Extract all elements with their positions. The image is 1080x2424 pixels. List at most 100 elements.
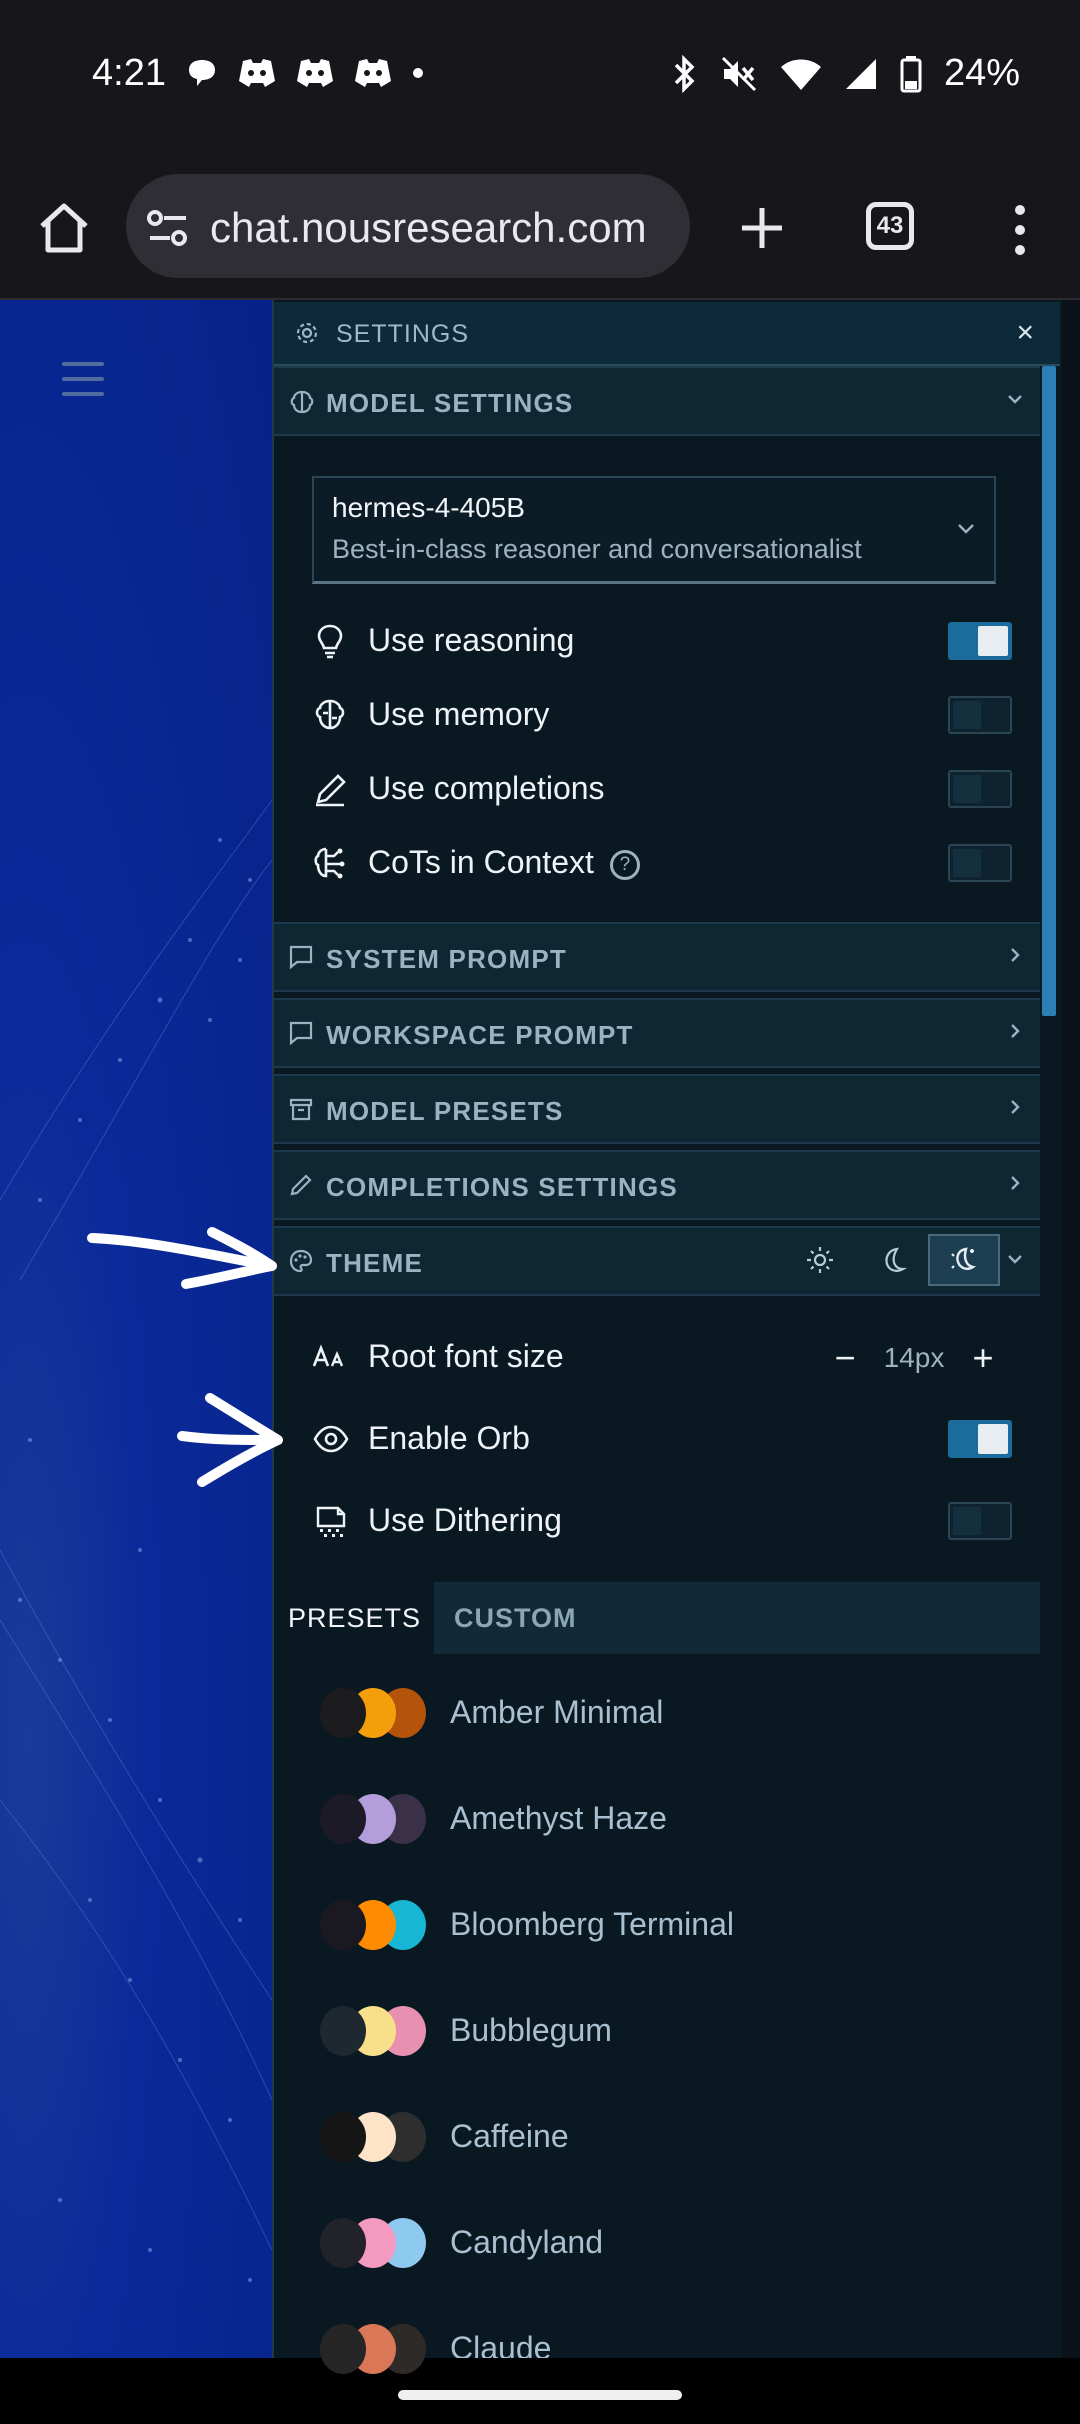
section-model-settings[interactable]: MODEL SETTINGS (274, 366, 1040, 436)
site-settings-icon[interactable] (146, 208, 190, 248)
message-square-icon (289, 1021, 313, 1046)
brain-circuit-icon (314, 847, 345, 879)
message-square-icon (289, 945, 313, 970)
settings-header: SETTINGS × (274, 302, 1060, 366)
chat-bubble-icon (189, 60, 215, 86)
wifi-icon (780, 59, 821, 90)
color-swatch (320, 2112, 366, 2162)
navigation-bar (0, 2358, 1080, 2424)
home-icon[interactable] (36, 200, 92, 256)
scrollbar[interactable] (1042, 366, 1056, 1016)
theme-item[interactable]: Amethyst Haze (320, 1780, 1020, 1860)
color-swatch (320, 2006, 366, 2056)
chevron-right-icon (1011, 948, 1020, 962)
lightbulb-icon (317, 624, 343, 659)
model-name: hermes-4-405B (332, 492, 525, 523)
color-swatch (320, 1900, 366, 1950)
theme-item[interactable]: Bloomberg Terminal (320, 1886, 1020, 1966)
section-label: MODEL SETTINGS (326, 388, 574, 418)
use-dithering-toggle[interactable] (948, 1502, 1012, 1540)
option-use-reasoning: Use reasoning (312, 610, 1012, 670)
font-size-stepper: − 14px + (816, 1336, 1012, 1380)
chevron-right-icon (1011, 1100, 1020, 1114)
tab-switcher-button[interactable]: 43 (866, 202, 914, 250)
section-system-prompt[interactable]: SYSTEM PROMPT (274, 922, 1040, 992)
option-label: Use completions (368, 770, 605, 806)
theme-item[interactable]: Bubblegum (320, 1992, 1020, 2072)
tab-presets[interactable]: PRESETS (288, 1582, 420, 1654)
decrease-font-button[interactable]: − (816, 1336, 874, 1380)
theme-tabs: PRESETS CUSTOM (274, 1582, 1040, 1654)
option-label: CoTs in Context? (368, 844, 640, 881)
color-swatches (320, 1900, 430, 1952)
moon-icon (885, 1247, 907, 1272)
theme-item[interactable]: Amber Minimal (320, 1674, 1020, 1754)
color-swatch (320, 1794, 366, 1844)
address-bar[interactable]: chat.nousresearch.com (126, 174, 690, 278)
url-text[interactable]: chat.nousresearch.com (210, 204, 647, 252)
dithering-icon (316, 1506, 346, 1537)
theme-item[interactable]: Caffeine (320, 2098, 1020, 2178)
model-description: Best-in-class reasoner and conversationa… (332, 534, 862, 564)
theme-item[interactable]: Candyland (320, 2204, 1020, 2284)
use-completions-toggle[interactable] (948, 770, 1012, 808)
option-label: Enable Orb (368, 1420, 530, 1456)
bluetooth-icon (674, 54, 695, 93)
archive-icon (289, 1098, 313, 1121)
palette-icon (289, 1249, 313, 1273)
model-select[interactable]: hermes-4-405B Best-in-class reasoner and… (312, 476, 996, 584)
section-label: MODEL PRESETS (326, 1096, 564, 1126)
section-workspace-prompt[interactable]: WORKSPACE PROMPT (274, 998, 1040, 1068)
system-mode-button[interactable] (928, 1234, 1000, 1286)
browser-toolbar: chat.nousresearch.com 43 (0, 160, 1080, 300)
dot-icon (413, 68, 423, 78)
color-swatches (320, 2112, 430, 2164)
use-memory-toggle[interactable] (948, 696, 1012, 734)
discord-icon (239, 59, 275, 87)
dark-mode-button[interactable] (856, 1234, 928, 1286)
close-button[interactable]: × (1016, 316, 1034, 350)
brain-icon (315, 699, 345, 730)
battery-icon (900, 55, 922, 92)
eye-icon (313, 1425, 349, 1453)
section-label: SYSTEM PROMPT (326, 944, 567, 974)
discord-icon (355, 59, 391, 87)
increase-font-button[interactable]: + (954, 1336, 1012, 1380)
network-art (0, 799, 272, 2282)
theme-mode-group (784, 1234, 1000, 1286)
gesture-handle[interactable] (398, 2390, 682, 2400)
font-size-icon (312, 1344, 344, 1367)
more-vert-icon[interactable] (1000, 200, 1040, 260)
section-completions-settings[interactable]: COMPLETIONS SETTINGS (274, 1150, 1040, 1220)
page-content: SETTINGS × MODEL SETTINGS hermes-4-405B … (0, 300, 1080, 2374)
color-swatches (320, 1688, 430, 1740)
help-icon[interactable]: ? (609, 850, 640, 880)
color-swatch (320, 2218, 366, 2268)
enable-orb-toggle[interactable] (948, 1420, 1012, 1458)
option-use-memory: Use memory (312, 684, 1012, 744)
sun-moon-icon (951, 1247, 977, 1270)
status-bar: 4:21 24% (0, 0, 1080, 160)
chevron-right-icon (1011, 1024, 1020, 1038)
brain-icon (290, 390, 314, 414)
pencil-icon (316, 774, 346, 807)
option-label-text: CoTs in Context (368, 844, 594, 880)
discord-icon (297, 59, 333, 87)
new-tab-icon[interactable] (734, 200, 790, 256)
section-theme[interactable]: THEME (274, 1226, 1040, 1296)
status-time: 4:21 (92, 52, 166, 94)
tab-custom[interactable]: CUSTOM (434, 1582, 1040, 1654)
use-reasoning-toggle[interactable] (948, 622, 1012, 660)
battery-percent: 24% (943, 52, 1020, 94)
section-model-presets[interactable]: MODEL PRESETS (274, 1074, 1040, 1144)
light-mode-button[interactable] (784, 1234, 856, 1286)
chevron-down-icon (958, 524, 974, 534)
cots-in-context-toggle[interactable] (948, 844, 1012, 882)
theme-name: Bubblegum (450, 2012, 612, 2048)
color-swatches (320, 1794, 430, 1846)
mute-icon (721, 56, 756, 91)
settings-panel: SETTINGS × MODEL SETTINGS hermes-4-405B … (272, 300, 1062, 2374)
hamburger-menu-icon[interactable] (62, 362, 104, 396)
color-swatch (320, 2324, 366, 2374)
option-enable-orb: Enable Orb (312, 1408, 1012, 1468)
